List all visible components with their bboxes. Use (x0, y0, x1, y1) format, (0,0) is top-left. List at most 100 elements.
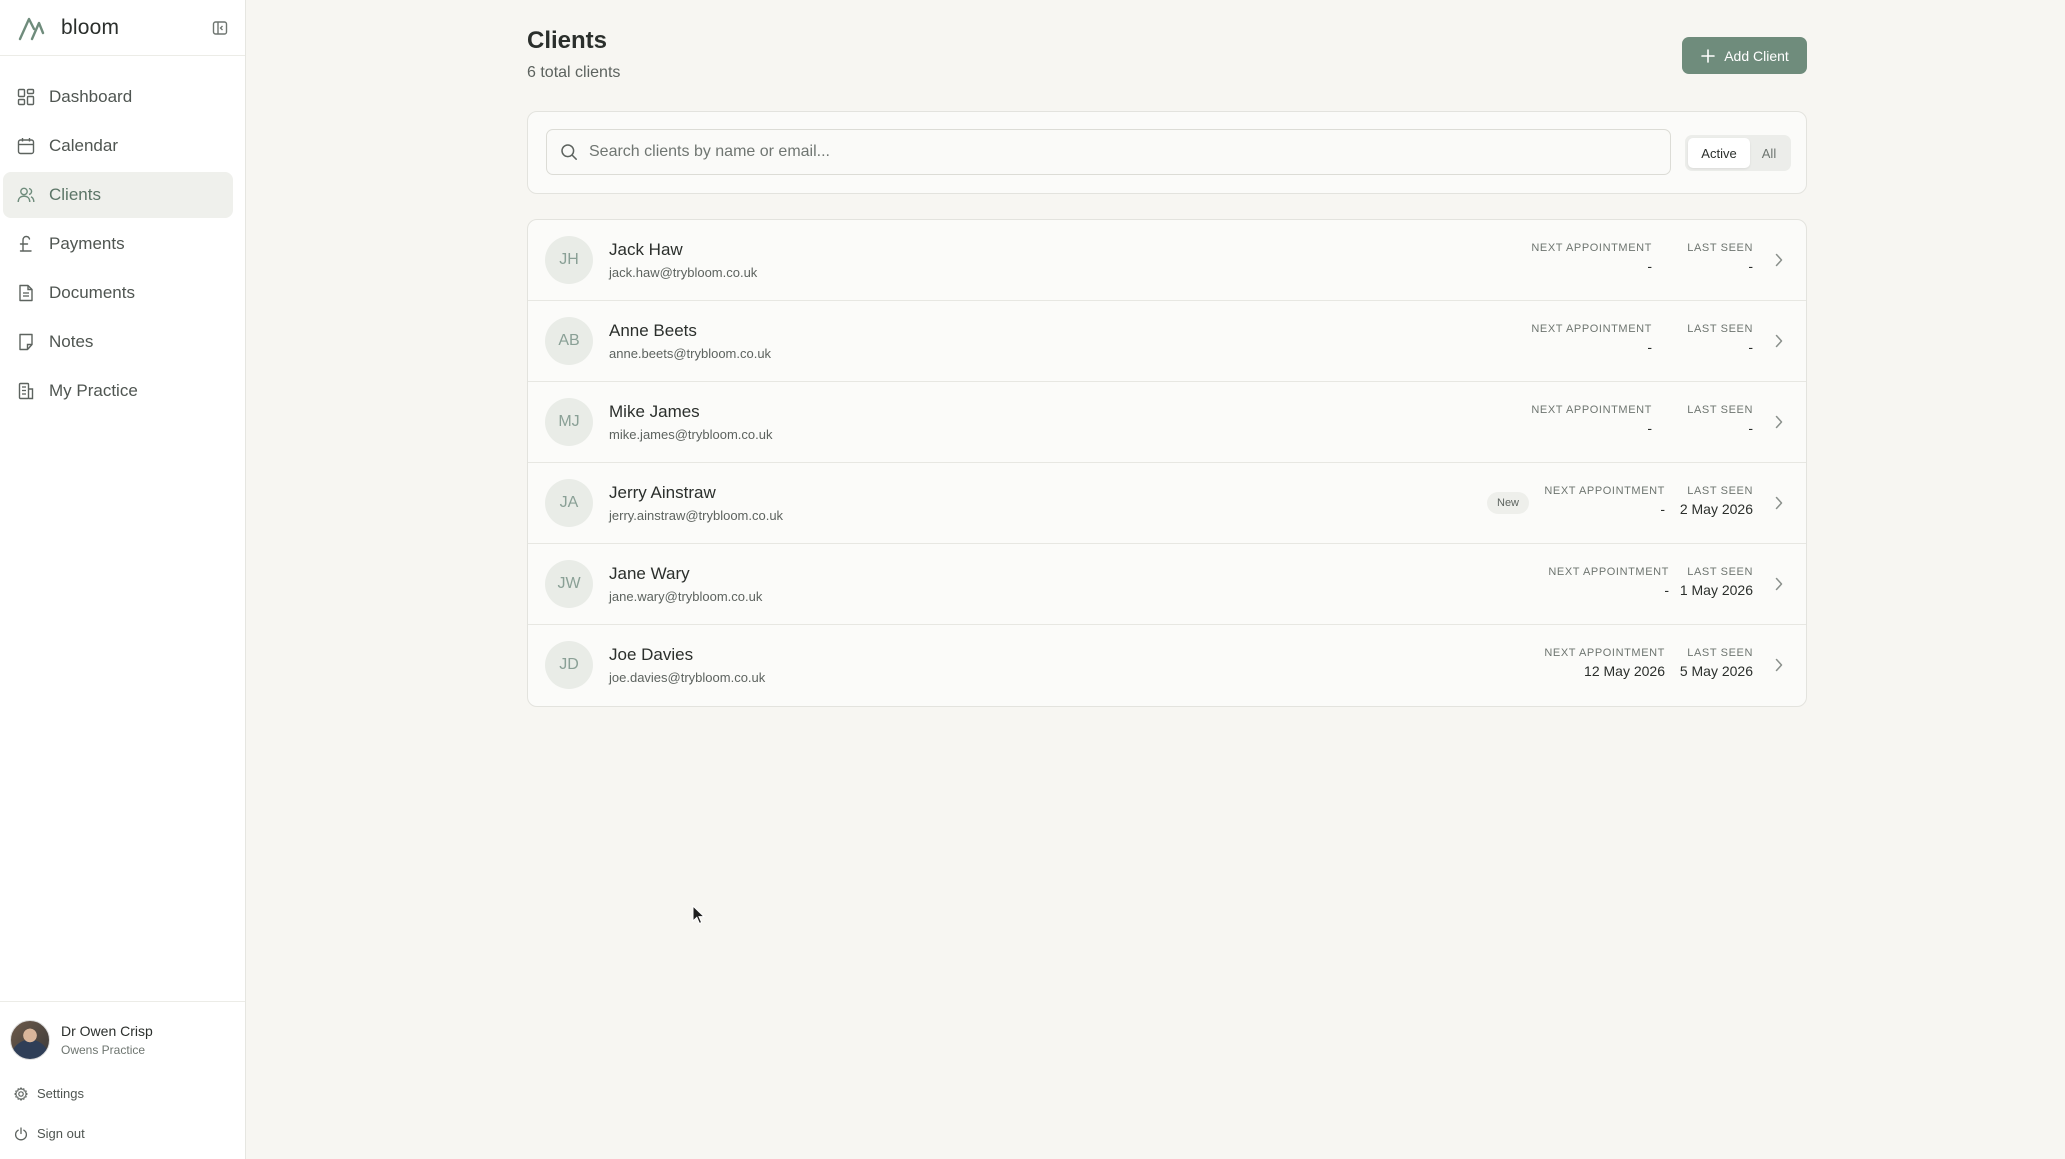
sign-out-link[interactable]: Sign out (0, 1126, 245, 1141)
settings-link[interactable]: Settings (0, 1086, 245, 1101)
page-title: Clients (527, 27, 608, 54)
last-seen-label: LAST SEEN (1687, 485, 1753, 497)
client-initials-avatar: JA (545, 479, 593, 527)
last-seen-value: - (1748, 420, 1753, 436)
next-appointment-value: - (1647, 420, 1652, 436)
client-email: jerry.ainstraw@trybloom.co.uk (609, 508, 784, 523)
client-name: Jack Haw (609, 240, 683, 259)
last-seen-value: 2 May 2026 (1679, 501, 1753, 517)
last-seen-value: - (1748, 258, 1753, 274)
search-box[interactable] (546, 129, 1671, 175)
table-row[interactable]: JD Joe Davies joe.davies@trybloom.co.uk … (528, 625, 1806, 706)
sidebar: bloom Dashboard Calendar Clients Payment… (0, 0, 246, 1159)
client-email: joe.davies@trybloom.co.uk (609, 670, 766, 685)
sidebar-item-dashboard[interactable]: Dashboard (3, 74, 233, 120)
plus-icon (1700, 48, 1716, 64)
last-seen-label: LAST SEEN (1687, 566, 1753, 578)
client-name: Jane Wary (609, 564, 690, 583)
filter-all-option[interactable]: All (1750, 138, 1788, 168)
last-seen-value: 1 May 2026 (1679, 582, 1753, 598)
dashboard-icon (16, 87, 36, 107)
user-info: Dr Owen Crisp Owens Practice (61, 1023, 153, 1057)
client-email: mike.james@trybloom.co.uk (609, 427, 773, 442)
sidebar-item-label: Notes (49, 332, 94, 351)
next-appointment: NEXT APPOINTMENT - (1531, 323, 1652, 355)
sidebar-item-documents[interactable]: Documents (3, 270, 233, 316)
table-row[interactable]: JA Jerry Ainstraw jerry.ainstraw@trybloo… (528, 463, 1806, 544)
next-appointment-value: 12 May 2026 (1584, 663, 1665, 679)
next-appointment-label: NEXT APPOINTMENT (1544, 485, 1665, 497)
client-initials-avatar: JH (545, 236, 593, 284)
next-appointment-label: NEXT APPOINTMENT (1548, 566, 1669, 578)
users-icon (16, 185, 36, 205)
pound-icon (16, 234, 36, 254)
next-appointment: NEXT APPOINTMENT - (1531, 242, 1652, 274)
add-client-button[interactable]: Add Client (1682, 37, 1807, 74)
sign-out-label: Sign out (37, 1126, 85, 1141)
client-initials-avatar: JD (545, 641, 593, 689)
brand-name: bloom (61, 15, 120, 39)
sidebar-item-calendar[interactable]: Calendar (3, 123, 233, 169)
table-row[interactable]: MJ Mike James mike.james@trybloom.co.uk … (528, 382, 1806, 463)
chevron-right-icon[interactable] (1772, 574, 1786, 594)
sidebar-item-label: Calendar (49, 136, 118, 155)
table-row[interactable]: AB Anne Beets anne.beets@trybloom.co.uk … (528, 301, 1806, 382)
chevron-right-icon[interactable] (1772, 493, 1786, 513)
client-list: JH Jack Haw jack.haw@trybloom.co.uk NEXT… (527, 219, 1807, 707)
client-name: Mike James (609, 402, 700, 421)
document-icon (16, 283, 36, 303)
mouse-cursor-icon (692, 905, 706, 925)
table-row[interactable]: JH Jack Haw jack.haw@trybloom.co.uk NEXT… (528, 220, 1806, 301)
next-appointment: NEXT APPOINTMENT - (1531, 404, 1652, 436)
next-appointment-label: NEXT APPOINTMENT (1531, 242, 1652, 254)
last-seen: LAST SEEN 5 May 2026 (1680, 647, 1753, 679)
client-initials-avatar: JW (545, 560, 593, 608)
last-seen-label: LAST SEEN (1687, 404, 1753, 416)
sidebar-item-label: Documents (49, 283, 135, 302)
next-appointment-value: - (1660, 501, 1665, 517)
sidebar-item-label: My Practice (49, 381, 138, 400)
next-appointment: NEXT APPOINTMENT - (1548, 566, 1669, 598)
client-email: anne.beets@trybloom.co.uk (609, 346, 772, 361)
last-seen-value: 5 May 2026 (1679, 663, 1753, 679)
search-input[interactable] (589, 143, 1639, 161)
chevron-right-icon[interactable] (1772, 412, 1786, 432)
sidebar-item-label: Clients (49, 185, 101, 204)
user-profile[interactable]: Dr Owen Crisp Owens Practice (0, 1020, 245, 1060)
next-appointment-label: NEXT APPOINTMENT (1531, 404, 1652, 416)
sidebar-item-payments[interactable]: Payments (3, 221, 233, 267)
client-email: jack.haw@trybloom.co.uk (609, 265, 758, 280)
chevron-right-icon[interactable] (1772, 250, 1786, 270)
chevron-right-icon[interactable] (1772, 655, 1786, 675)
client-initials-avatar: AB (545, 317, 593, 365)
next-appointment: NEXT APPOINTMENT - (1544, 485, 1665, 517)
status-filter-toggle: Active All (1685, 135, 1791, 171)
sidebar-collapse-icon[interactable] (209, 17, 231, 39)
next-appointment: NEXT APPOINTMENT 12 May 2026 (1544, 647, 1665, 679)
calendar-icon (16, 136, 36, 156)
last-seen-label: LAST SEEN (1687, 242, 1753, 254)
search-icon (559, 142, 579, 162)
gear-icon (14, 1086, 28, 1101)
client-initials-avatar: MJ (545, 398, 593, 446)
last-seen: LAST SEEN - (1687, 404, 1753, 436)
last-seen-label: LAST SEEN (1687, 323, 1753, 335)
settings-label: Settings (37, 1086, 84, 1101)
chevron-right-icon[interactable] (1772, 331, 1786, 351)
sidebar-nav: Dashboard Calendar Clients Payments Docu… (0, 56, 245, 414)
next-appointment-label: NEXT APPOINTMENT (1531, 323, 1652, 335)
sidebar-item-clients[interactable]: Clients (3, 172, 233, 218)
client-name: Anne Beets (609, 321, 697, 340)
next-appointment-value: - (1647, 258, 1652, 274)
sidebar-item-notes[interactable]: Notes (3, 319, 233, 365)
client-email: jane.wary@trybloom.co.uk (609, 589, 763, 604)
sidebar-item-my-practice[interactable]: My Practice (3, 368, 233, 414)
filter-active-option[interactable]: Active (1688, 138, 1750, 168)
sidebar-footer: Dr Owen Crisp Owens Practice Settings Si… (0, 1001, 245, 1159)
avatar (10, 1020, 50, 1060)
bloom-logo-icon[interactable] (16, 13, 46, 43)
search-filter-card: Active All (527, 111, 1807, 194)
client-name: Joe Davies (609, 645, 694, 664)
brand-header: bloom (0, 0, 245, 56)
table-row[interactable]: JW Jane Wary jane.wary@trybloom.co.uk NE… (528, 544, 1806, 625)
